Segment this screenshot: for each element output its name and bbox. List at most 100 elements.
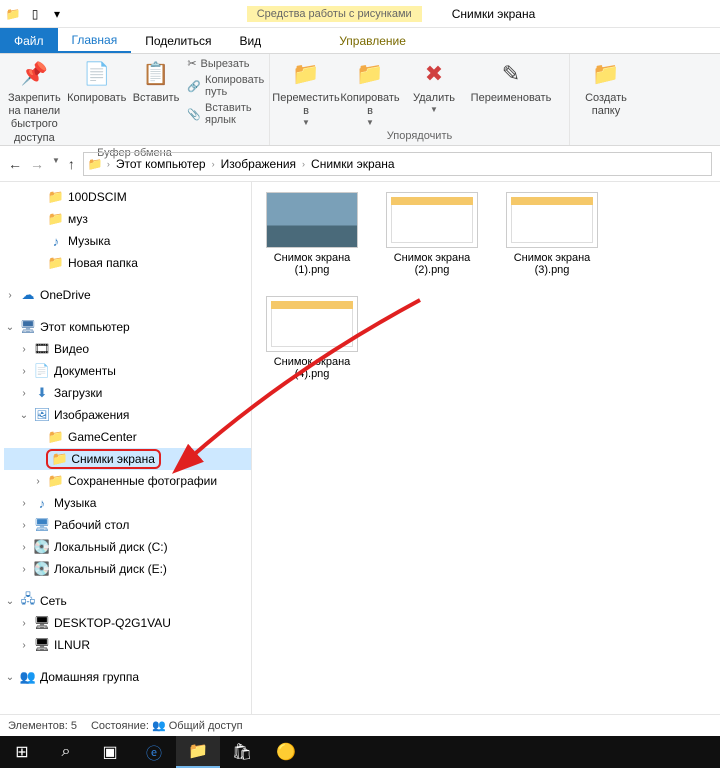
monitor-icon: 🖥 <box>20 319 36 335</box>
share-icon: 👥 <box>152 720 166 732</box>
explorer-icon[interactable]: 📁 <box>176 736 220 768</box>
folder-icon: 📁 <box>48 189 64 205</box>
nav-tree[interactable]: 📁100DSCIM 📁муз ♪Музыка 📁Новая папка ›☁On… <box>0 182 252 720</box>
tree-item-music[interactable]: ♪Музыка <box>4 230 251 252</box>
delete-icon: ✖ <box>418 58 450 90</box>
tree-item-desktop-pc[interactable]: ›🖥DESKTOP-Q2G1VAU <box>4 612 251 634</box>
file-item[interactable]: Снимок экрана (1).png <box>262 192 362 276</box>
chevron-right-icon[interactable]: › <box>107 159 110 169</box>
collapse-icon[interactable]: ⌄ <box>4 322 16 333</box>
expand-icon[interactable]: › <box>18 520 30 531</box>
chrome-icon[interactable]: 🟡 <box>264 736 308 768</box>
breadcrumb-pictures[interactable]: Изображения <box>219 157 298 171</box>
tree-item-thispc[interactable]: ⌄🖥Этот компьютер <box>4 316 251 338</box>
folder-icon: 📁 <box>48 255 64 271</box>
expand-icon[interactable]: › <box>18 344 30 355</box>
expand-icon[interactable]: › <box>32 476 44 487</box>
cut-icon: ✂ <box>187 57 196 70</box>
new-folder-icon: 📁 <box>590 58 622 90</box>
tree-item-pictures[interactable]: ⌄🖼Изображения <box>4 404 251 426</box>
tree-item-savedphotos[interactable]: ›📁Сохраненные фотографии <box>4 470 251 492</box>
expand-icon[interactable]: › <box>18 618 30 629</box>
tree-item-newfolder[interactable]: 📁Новая папка <box>4 252 251 274</box>
folder-icon: 📁 <box>48 473 64 489</box>
nav-back-icon[interactable]: ← <box>8 156 22 172</box>
tree-item-muz[interactable]: 📁муз <box>4 208 251 230</box>
expand-icon[interactable]: › <box>18 640 30 651</box>
tree-item-network[interactable]: ⌄🖧Сеть <box>4 590 251 612</box>
copy-button[interactable]: 📄 Копировать <box>67 56 127 107</box>
tree-item-onedrive[interactable]: ›☁OneDrive <box>4 284 251 306</box>
pc-icon: 🖥 <box>34 637 50 653</box>
collapse-icon[interactable]: ⌄ <box>4 672 16 683</box>
folder-icon: 📁 <box>48 429 64 445</box>
qat-props-icon[interactable]: ▯ <box>26 5 44 23</box>
expand-icon[interactable]: › <box>18 366 30 377</box>
edge-icon[interactable]: ⓔ <box>132 736 176 768</box>
status-state-label: Состояние: <box>91 720 149 732</box>
breadcrumb-screenshots[interactable]: Снимки экрана <box>309 157 397 171</box>
tab-share[interactable]: Поделиться <box>131 28 225 53</box>
store-icon[interactable]: 🛍 <box>220 736 264 768</box>
copy-icon: 📄 <box>81 58 113 90</box>
breadcrumb-thispc[interactable]: Этот компьютер <box>114 157 208 171</box>
file-item[interactable]: Снимок экрана (3).png <box>502 192 602 276</box>
status-count: Элементов: 5 <box>8 720 77 732</box>
nav-forward-icon[interactable]: → <box>30 156 44 172</box>
thumbnail-icon <box>386 192 478 248</box>
tab-view[interactable]: Вид <box>225 28 275 53</box>
expand-icon[interactable]: › <box>18 542 30 553</box>
collapse-icon[interactable]: ⌄ <box>18 410 30 421</box>
address-bar[interactable]: 📁 › Этот компьютер › Изображения › Снимк… <box>83 152 712 176</box>
tree-item-desktop[interactable]: ›🖥Рабочий стол <box>4 514 251 536</box>
tree-item-ilnur[interactable]: ›🖥ILNUR <box>4 634 251 656</box>
tree-item-music2[interactable]: ›♪Музыка <box>4 492 251 514</box>
tab-home[interactable]: Главная <box>58 28 132 53</box>
paste-button[interactable]: 📋 Вставить <box>131 56 182 107</box>
tab-manage[interactable]: Управление <box>325 28 420 53</box>
tree-item-gamecenter[interactable]: 📁GameCenter <box>4 426 251 448</box>
file-item[interactable]: Снимок экрана (4).png <box>262 296 362 380</box>
status-share: Общий доступ <box>169 720 243 732</box>
folder-icon: 📁 <box>48 211 64 227</box>
file-item[interactable]: Снимок экрана (2).png <box>382 192 482 276</box>
tree-item-video[interactable]: ›🎞Видео <box>4 338 251 360</box>
chevron-right-icon[interactable]: › <box>302 159 305 169</box>
file-list[interactable]: Снимок экрана (1).png Снимок экрана (2).… <box>252 182 720 720</box>
paste-shortcut-button[interactable]: 📎Вставить ярлык <box>185 101 266 127</box>
rename-button[interactable]: ✎ Переименовать <box>468 56 554 107</box>
copy-to-button[interactable]: 📁 Копировать в▼ <box>340 56 400 130</box>
nav-history-icon[interactable]: ▼ <box>52 156 60 172</box>
cut-button[interactable]: ✂Вырезать <box>185 56 266 71</box>
drive-icon: 💽 <box>34 539 50 555</box>
desktop-icon: 🖥 <box>34 517 50 533</box>
expand-icon[interactable]: › <box>18 388 30 399</box>
tree-item-100dscim[interactable]: 📁100DSCIM <box>4 186 251 208</box>
qat-folder-icon[interactable]: 📁 <box>4 5 22 23</box>
qat-dropdown-icon[interactable]: ▾ <box>48 5 66 23</box>
copy-path-button[interactable]: 🔗Копировать путь <box>185 73 266 99</box>
collapse-icon[interactable]: ⌄ <box>4 596 16 607</box>
search-icon[interactable]: ⌕ <box>44 736 88 768</box>
chevron-right-icon[interactable]: › <box>212 159 215 169</box>
start-button[interactable]: ⊞ <box>0 736 44 768</box>
tree-item-diskc[interactable]: ›💽Локальный диск (C:) <box>4 536 251 558</box>
pin-button[interactable]: 📌 Закрепить на панели быстрого доступа <box>6 56 63 147</box>
nav-up-icon[interactable]: ↑ <box>68 156 75 172</box>
video-icon: 🎞 <box>34 341 50 357</box>
tree-item-documents[interactable]: ›📄Документы <box>4 360 251 382</box>
tree-item-downloads[interactable]: ›⬇Загрузки <box>4 382 251 404</box>
expand-icon[interactable]: › <box>4 290 16 301</box>
download-icon: ⬇ <box>34 385 50 401</box>
delete-button[interactable]: ✖ Удалить▼ <box>404 56 464 117</box>
taskview-icon[interactable]: ▣ <box>88 736 132 768</box>
new-folder-button[interactable]: 📁 Создать папку <box>576 56 636 120</box>
expand-icon[interactable]: › <box>18 498 30 509</box>
tree-item-screenshots[interactable]: 📁 Снимки экрана <box>4 448 251 470</box>
expand-icon[interactable]: › <box>18 564 30 575</box>
tree-item-homegroup[interactable]: ⌄👥Домашняя группа <box>4 666 251 688</box>
pin-icon: 📌 <box>18 58 50 90</box>
tab-file[interactable]: Файл <box>0 28 58 53</box>
move-to-button[interactable]: 📁 Переместить в▼ <box>276 56 336 130</box>
tree-item-diske[interactable]: ›💽Локальный диск (E:) <box>4 558 251 580</box>
